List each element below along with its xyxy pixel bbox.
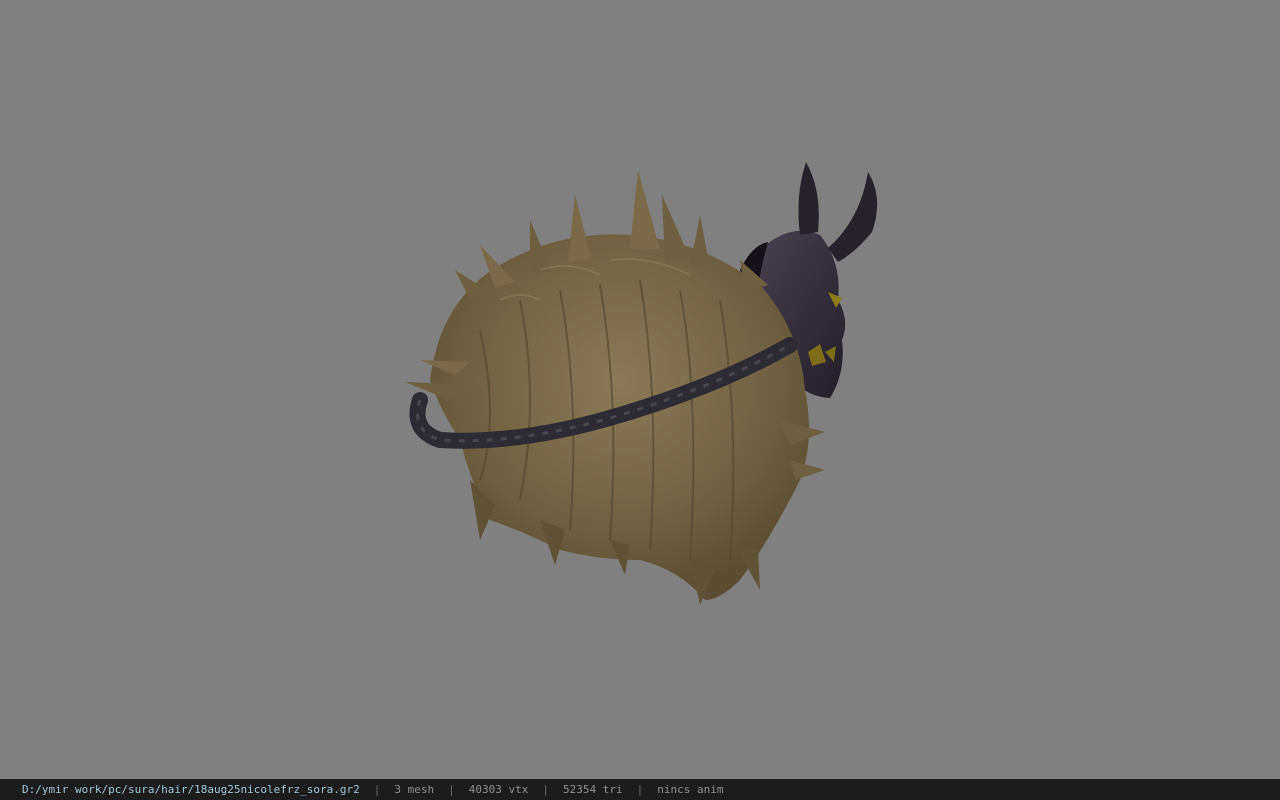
separator: | <box>542 783 549 796</box>
animation-status: nincs anim <box>657 783 724 796</box>
status-bar: D:/ymir work/pc/sura/hair/18aug25nicolef… <box>0 779 1280 800</box>
vertex-count: 40303 vtx <box>468 783 529 796</box>
triangle-count: 52354 tri <box>563 783 623 796</box>
separator: | <box>636 783 644 796</box>
3d-viewport[interactable] <box>0 0 1280 779</box>
separator: | <box>448 783 455 796</box>
separator: | <box>373 783 381 796</box>
file-path: D:/ymir work/pc/sura/hair/18aug25nicolef… <box>22 783 360 796</box>
hair-mesh <box>405 170 825 605</box>
mesh-count: 3 mesh <box>394 783 435 796</box>
hair-model-render[interactable] <box>0 0 1280 779</box>
